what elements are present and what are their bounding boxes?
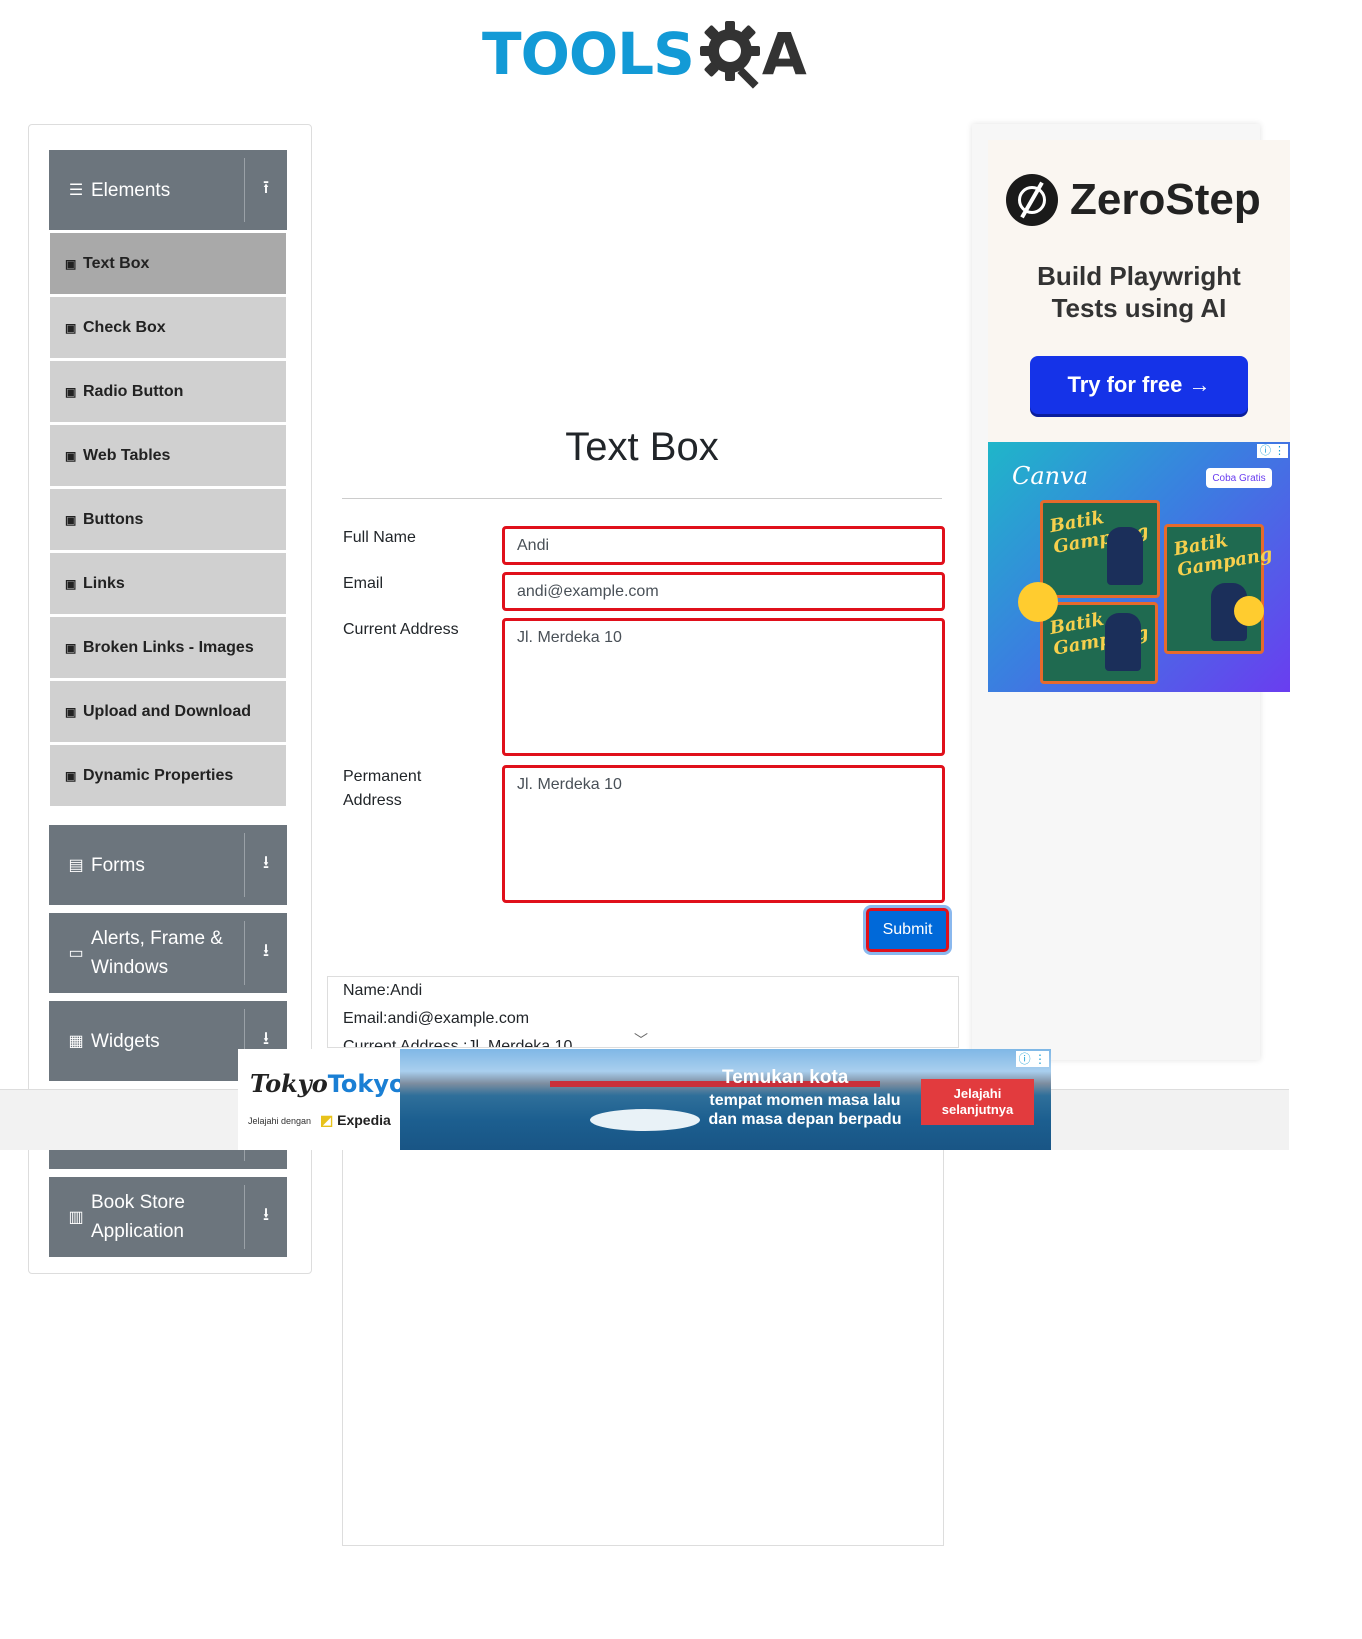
ad-body: tempat momen masa lalu dan masa depan be… [708,1092,902,1128]
ad-card: Batik Gampang [1040,500,1160,598]
output-current-address: Current Address :Jl. Merdeka 10 [343,1038,573,1048]
tokyo-expedia-ad[interactable]: TokyoTokyo Jelajahi dengan ◩ Expedia Tem… [238,1049,1051,1150]
expedia-logo: ◩ Expedia [320,1112,391,1128]
sidebar-item-broken-links[interactable]: ▣ Broken Links - Images [50,617,286,678]
zerostep-icon [1006,174,1058,226]
expand-arrow-icon[interactable]: ⭳ [255,850,277,880]
zerostep-tagline: Build Playwright Tests using AI [1037,261,1241,323]
ad-card: Batik Gampang [1164,524,1274,654]
sidebar-item-upload-download[interactable]: ▣ Upload and Download [50,681,286,742]
html5-icon: ▣ [65,448,77,463]
sidebar-item-buttons[interactable]: ▣ Buttons [50,489,286,550]
ad-card: Batik Gampang [1040,602,1158,684]
email-label: Email [343,575,384,592]
output-name: Name:Andi [343,982,423,999]
heart-eyes-emoji-icon [1018,582,1058,622]
expand-arrow-icon[interactable]: ⭳ [255,1202,277,1232]
content-area [342,1095,944,1546]
html5-icon: ▣ [65,768,77,783]
html5-icon: ▣ [65,576,77,591]
hamburger-icon: ☰ [68,182,84,199]
zerostep-ad[interactable]: ZeroStep Build Playwright Tests using AI… [988,140,1290,442]
heart-eyes-emoji-icon [1234,596,1264,626]
zerostep-logo: ZeroStep [1006,174,1261,226]
output-email: Email:andi@example.com [343,1010,530,1027]
full-name-label: Full Name [343,529,416,546]
page-title: Text Box [565,425,719,469]
divider [342,498,942,499]
html5-icon: ▣ [65,512,77,527]
logo-text-a: A [761,20,807,88]
sidebar-item-web-tables[interactable]: ▣ Web Tables [50,425,286,486]
group-elements[interactable]: ☰ Elements ⭱ [49,150,287,230]
email-input[interactable]: andi@example.com [502,572,945,611]
logo-text: TOOLS [482,20,695,88]
tokyo-river-photo: Temukan kota tempat momen masa lalu dan … [400,1049,1051,1150]
expand-arrow-icon[interactable]: ⭳ [255,938,277,968]
sidebar-item-text-box[interactable]: ▣ Text Box [50,233,286,294]
expedia-arrow-icon: ◩ [320,1112,334,1128]
group-alerts-frame-windows[interactable]: ▭ Alerts, Frame & Windows ⭳ [49,913,287,993]
current-address-textarea[interactable]: Jl. Merdeka 10 [502,618,945,756]
full-name-input[interactable]: Andi [502,526,945,565]
group-forms[interactable]: ▤ Forms ⭳ [49,825,287,905]
permanent-address-textarea[interactable]: Jl. Merdeka 10 [502,765,945,903]
permanent-address-label: Permanent Address [343,768,422,809]
sidebar-item-links[interactable]: ▣ Links [50,553,286,614]
sidebar-item-check-box[interactable]: ▣ Check Box [50,297,286,358]
books-icon: ▥ [68,1209,84,1226]
boat-image [590,1109,700,1131]
try-for-free-button[interactable]: Try for free → [1030,356,1248,414]
sidebar-item-radio-button[interactable]: ▣ Radio Button [50,361,286,422]
html5-icon: ▣ [65,704,77,719]
widgets-icon: ▦ [68,1033,84,1050]
html5-icon: ▣ [65,384,77,399]
gear-magnifier-icon [699,21,760,89]
tokyo-logo: TokyoTokyo [250,1069,406,1098]
group-book-store[interactable]: ▥ Book Store Application ⭳ [49,1177,287,1257]
ad-info-icon[interactable]: ⓘ ⋮ [1256,444,1288,458]
tokyo-brand-panel: TokyoTokyo Jelajahi dengan ◩ Expedia [238,1049,405,1150]
toolsqa-logo[interactable]: TOOLS A [482,14,812,94]
chevron-down-icon[interactable]: ﹀ [634,1030,648,1050]
canva-logo: Canva [1012,462,1088,490]
html5-icon: ▣ [65,320,77,335]
ad-headline: Temukan kota [722,1067,849,1088]
form-icon: ▤ [68,857,84,874]
submit-button[interactable]: Submit [866,908,949,952]
window-icon: ▭ [68,945,84,962]
current-address-label: Current Address [343,621,459,638]
sidebar-item-dynamic-properties[interactable]: ▣ Dynamic Properties [50,745,286,806]
html5-icon: ▣ [65,256,77,271]
collapse-arrow-icon[interactable]: ⭱ [255,175,277,205]
canva-ad[interactable]: Canva Coba Gratis Batik Gampang Batik Ga… [988,442,1290,692]
coba-gratis-button[interactable]: Coba Gratis [1206,468,1272,488]
jelajahi-button[interactable]: Jelajahi selanjutnya [921,1079,1034,1125]
html5-icon: ▣ [65,640,77,655]
ad-info-icon[interactable]: ⓘ ⋮ [1015,1051,1049,1067]
